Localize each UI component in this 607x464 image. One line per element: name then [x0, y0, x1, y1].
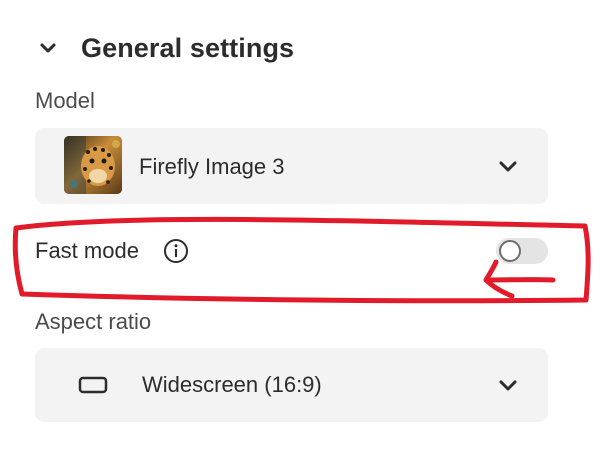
widescreen-rectangle-icon — [78, 376, 108, 394]
model-label: Model — [35, 88, 95, 113]
chevron-down-icon — [499, 380, 517, 391]
general-settings-header[interactable]: General settings — [36, 26, 294, 70]
info-icon[interactable] — [163, 238, 189, 264]
chevron-down-icon — [499, 161, 517, 172]
chevron-down-icon — [40, 43, 56, 53]
section-title: General settings — [81, 32, 295, 63]
toggle-knob — [499, 240, 521, 262]
fast-mode-toggle[interactable] — [496, 238, 548, 264]
model-select[interactable]: Firefly Image 3 — [35, 128, 548, 204]
aspect-ratio-select[interactable]: Widescreen (16:9) — [35, 348, 548, 422]
fast-mode-label: Fast mode — [35, 238, 139, 263]
fast-mode-row: Fast mode — [35, 230, 548, 274]
aspect-ratio-selected-value: Widescreen (16:9) — [142, 372, 322, 397]
model-thumbnail — [64, 136, 122, 194]
model-selected-value: Firefly Image 3 — [139, 154, 285, 179]
aspect-ratio-label: Aspect ratio — [35, 309, 152, 334]
leopard-thumbnail-image — [64, 136, 122, 194]
